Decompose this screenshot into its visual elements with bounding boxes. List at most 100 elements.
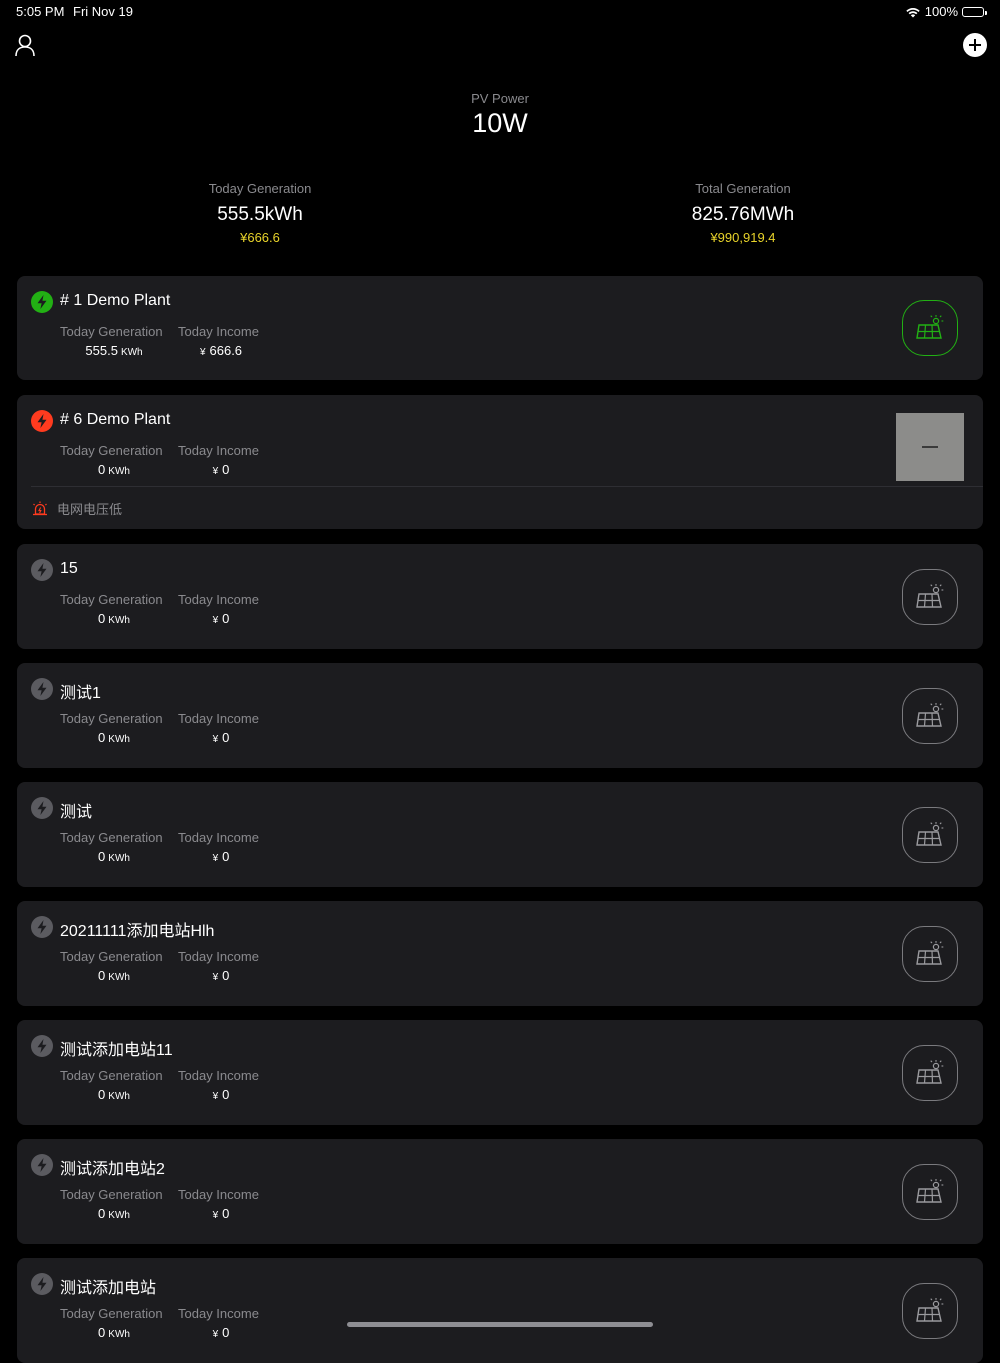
plant-name: 20211111添加电站Hlh bbox=[60, 923, 215, 940]
today-generation-value: 555.5 KWh bbox=[60, 343, 168, 358]
total-income-value: ¥990,919.4 bbox=[710, 230, 776, 245]
user-profile-icon[interactable] bbox=[12, 32, 38, 58]
currency-symbol: ¥ bbox=[212, 466, 219, 477]
wifi-icon bbox=[906, 7, 920, 17]
generation-number: 0 bbox=[98, 1325, 106, 1340]
currency-symbol: ¥ bbox=[212, 1210, 219, 1221]
status-bolt-icon bbox=[31, 916, 53, 938]
status-bolt-icon bbox=[31, 1154, 53, 1176]
status-bolt-icon bbox=[31, 1035, 53, 1057]
today-generation-value: 0 KWh bbox=[60, 462, 168, 477]
plant-card[interactable]: 测试添加电站2 Today Generation Today Income 0 KWh ¥… bbox=[17, 1139, 983, 1244]
today-generation-label: Today Generation bbox=[60, 1306, 163, 1321]
today-income-value: ¥0 bbox=[178, 1206, 264, 1221]
currency-symbol: ¥ bbox=[212, 1329, 219, 1340]
income-number: 0 bbox=[222, 849, 230, 864]
generation-unit: KWh bbox=[108, 1210, 130, 1221]
today-income-value: ¥0 bbox=[178, 611, 264, 626]
status-bolt-icon bbox=[31, 797, 53, 819]
solar-panel-icon[interactable] bbox=[902, 806, 958, 863]
generation-unit: KWh bbox=[108, 466, 130, 477]
generation-number: 0 bbox=[98, 730, 106, 745]
plant-card[interactable]: 20211111添加电站Hlh Today Generation Today Inc… bbox=[17, 901, 983, 1006]
today-income-value: ¥0 bbox=[178, 968, 264, 983]
today-generation-value: 555.5kWh bbox=[217, 204, 303, 225]
generation-unit: KWh bbox=[108, 615, 130, 626]
battery-percent: 100% bbox=[924, 4, 958, 19]
generation-number: 0 bbox=[98, 462, 106, 477]
alarm-row: 电网电压低 bbox=[31, 499, 122, 518]
status-bolt-icon bbox=[31, 1273, 53, 1295]
solar-panel-icon[interactable] bbox=[902, 1044, 958, 1101]
income-number: 666.6 bbox=[209, 343, 243, 358]
status-bar: 5:05 PM Fri Nov 19 100% bbox=[0, 0, 1000, 24]
generation-number: 0 bbox=[98, 968, 106, 983]
solar-panel-icon[interactable] bbox=[902, 1163, 958, 1220]
today-generation-value: 0 KWh bbox=[60, 849, 168, 864]
solar-panel-icon[interactable] bbox=[902, 1282, 958, 1339]
solar-panel-icon[interactable] bbox=[902, 925, 958, 982]
currency-symbol: ¥ bbox=[212, 734, 219, 745]
today-generation-label: Today Generation bbox=[60, 443, 163, 458]
today-income-label: Today Income bbox=[178, 1306, 259, 1321]
plant-card[interactable]: 测试添加电站11 Today Generation Today Income 0 KWh… bbox=[17, 1020, 983, 1125]
status-bolt-icon bbox=[31, 678, 53, 700]
generation-unit: KWh bbox=[108, 972, 130, 983]
plant-card[interactable]: 测试 Today Generation Today Income 0 KWh ¥0 bbox=[17, 782, 983, 887]
plant-card[interactable]: 15 Today Generation Today Income 0 KWh ¥0 bbox=[17, 544, 983, 649]
today-generation-label: Today Generation bbox=[60, 711, 163, 726]
card-divider bbox=[31, 486, 983, 487]
income-number: 0 bbox=[222, 462, 230, 477]
solar-panel-icon[interactable] bbox=[902, 687, 958, 744]
income-number: 0 bbox=[222, 1087, 230, 1102]
plant-name: 测试添加电站 bbox=[60, 1280, 157, 1297]
plant-card[interactable]: 测试添加电站 Today Generation Today Income 0 KWh ¥0 bbox=[17, 1258, 983, 1363]
today-income-value: ¥0 bbox=[178, 1325, 264, 1340]
currency-symbol: ¥ bbox=[212, 1091, 219, 1102]
generation-unit: KWh bbox=[108, 1091, 130, 1102]
alarm-text: 电网电压低 bbox=[57, 502, 123, 517]
status-bolt-icon bbox=[31, 559, 53, 581]
generation-unit: KWh bbox=[108, 853, 130, 864]
plant-name: 15 bbox=[60, 560, 78, 577]
solar-panel-icon[interactable] bbox=[902, 568, 958, 625]
today-income-label: Today Income bbox=[178, 592, 259, 607]
today-income-label: Today Income bbox=[178, 443, 259, 458]
today-generation-label: Today Generation bbox=[208, 181, 312, 196]
plant-card[interactable]: # 6 Demo Plant Today Generation Today Inco… bbox=[17, 395, 983, 529]
plant-name: 测试1 bbox=[60, 685, 101, 702]
today-generation-value: 0 KWh bbox=[60, 1206, 168, 1221]
status-bolt-icon bbox=[31, 291, 53, 313]
income-number: 0 bbox=[222, 611, 230, 626]
today-generation-value: 0 KWh bbox=[60, 1325, 168, 1340]
status-bolt-icon bbox=[31, 410, 53, 432]
today-generation-label: Today Generation bbox=[60, 1068, 163, 1083]
today-generation-label: Today Generation bbox=[60, 592, 163, 607]
status-indicators: 100% bbox=[905, 4, 987, 19]
solar-panel-icon[interactable] bbox=[902, 300, 958, 356]
plant-card[interactable]: 测试1 Today Generation Today Income 0 KWh ¥0 bbox=[17, 663, 983, 768]
home-indicator bbox=[347, 1322, 653, 1327]
generation-number: 0 bbox=[98, 849, 106, 864]
plant-card[interactable]: # 1 Demo Plant Today Generation Today Inco… bbox=[17, 276, 983, 380]
total-generation-label: Total Generation bbox=[695, 181, 791, 196]
income-number: 0 bbox=[222, 968, 230, 983]
today-income-value: ¥0 bbox=[178, 1087, 264, 1102]
today-income-label: Today Income bbox=[178, 1187, 259, 1202]
generation-number: 555.5 bbox=[85, 343, 118, 358]
today-generation-label: Today Generation bbox=[60, 1187, 163, 1202]
currency-symbol: ¥ bbox=[212, 972, 219, 983]
currency-symbol: ¥ bbox=[212, 853, 219, 864]
today-generation-value: 0 KWh bbox=[60, 730, 168, 745]
generation-number: 0 bbox=[98, 1206, 106, 1221]
add-plant-button[interactable] bbox=[963, 33, 987, 57]
plant-photo[interactable] bbox=[896, 413, 964, 481]
generation-unit: KWh bbox=[108, 1329, 130, 1340]
generation-unit: KWh bbox=[108, 734, 130, 745]
income-number: 0 bbox=[222, 730, 230, 745]
generation-number: 0 bbox=[98, 1087, 106, 1102]
today-generation-label: Today Generation bbox=[60, 949, 163, 964]
income-number: 0 bbox=[222, 1206, 230, 1221]
today-income-value: ¥666.6 bbox=[178, 343, 264, 358]
generation-number: 0 bbox=[98, 611, 106, 626]
